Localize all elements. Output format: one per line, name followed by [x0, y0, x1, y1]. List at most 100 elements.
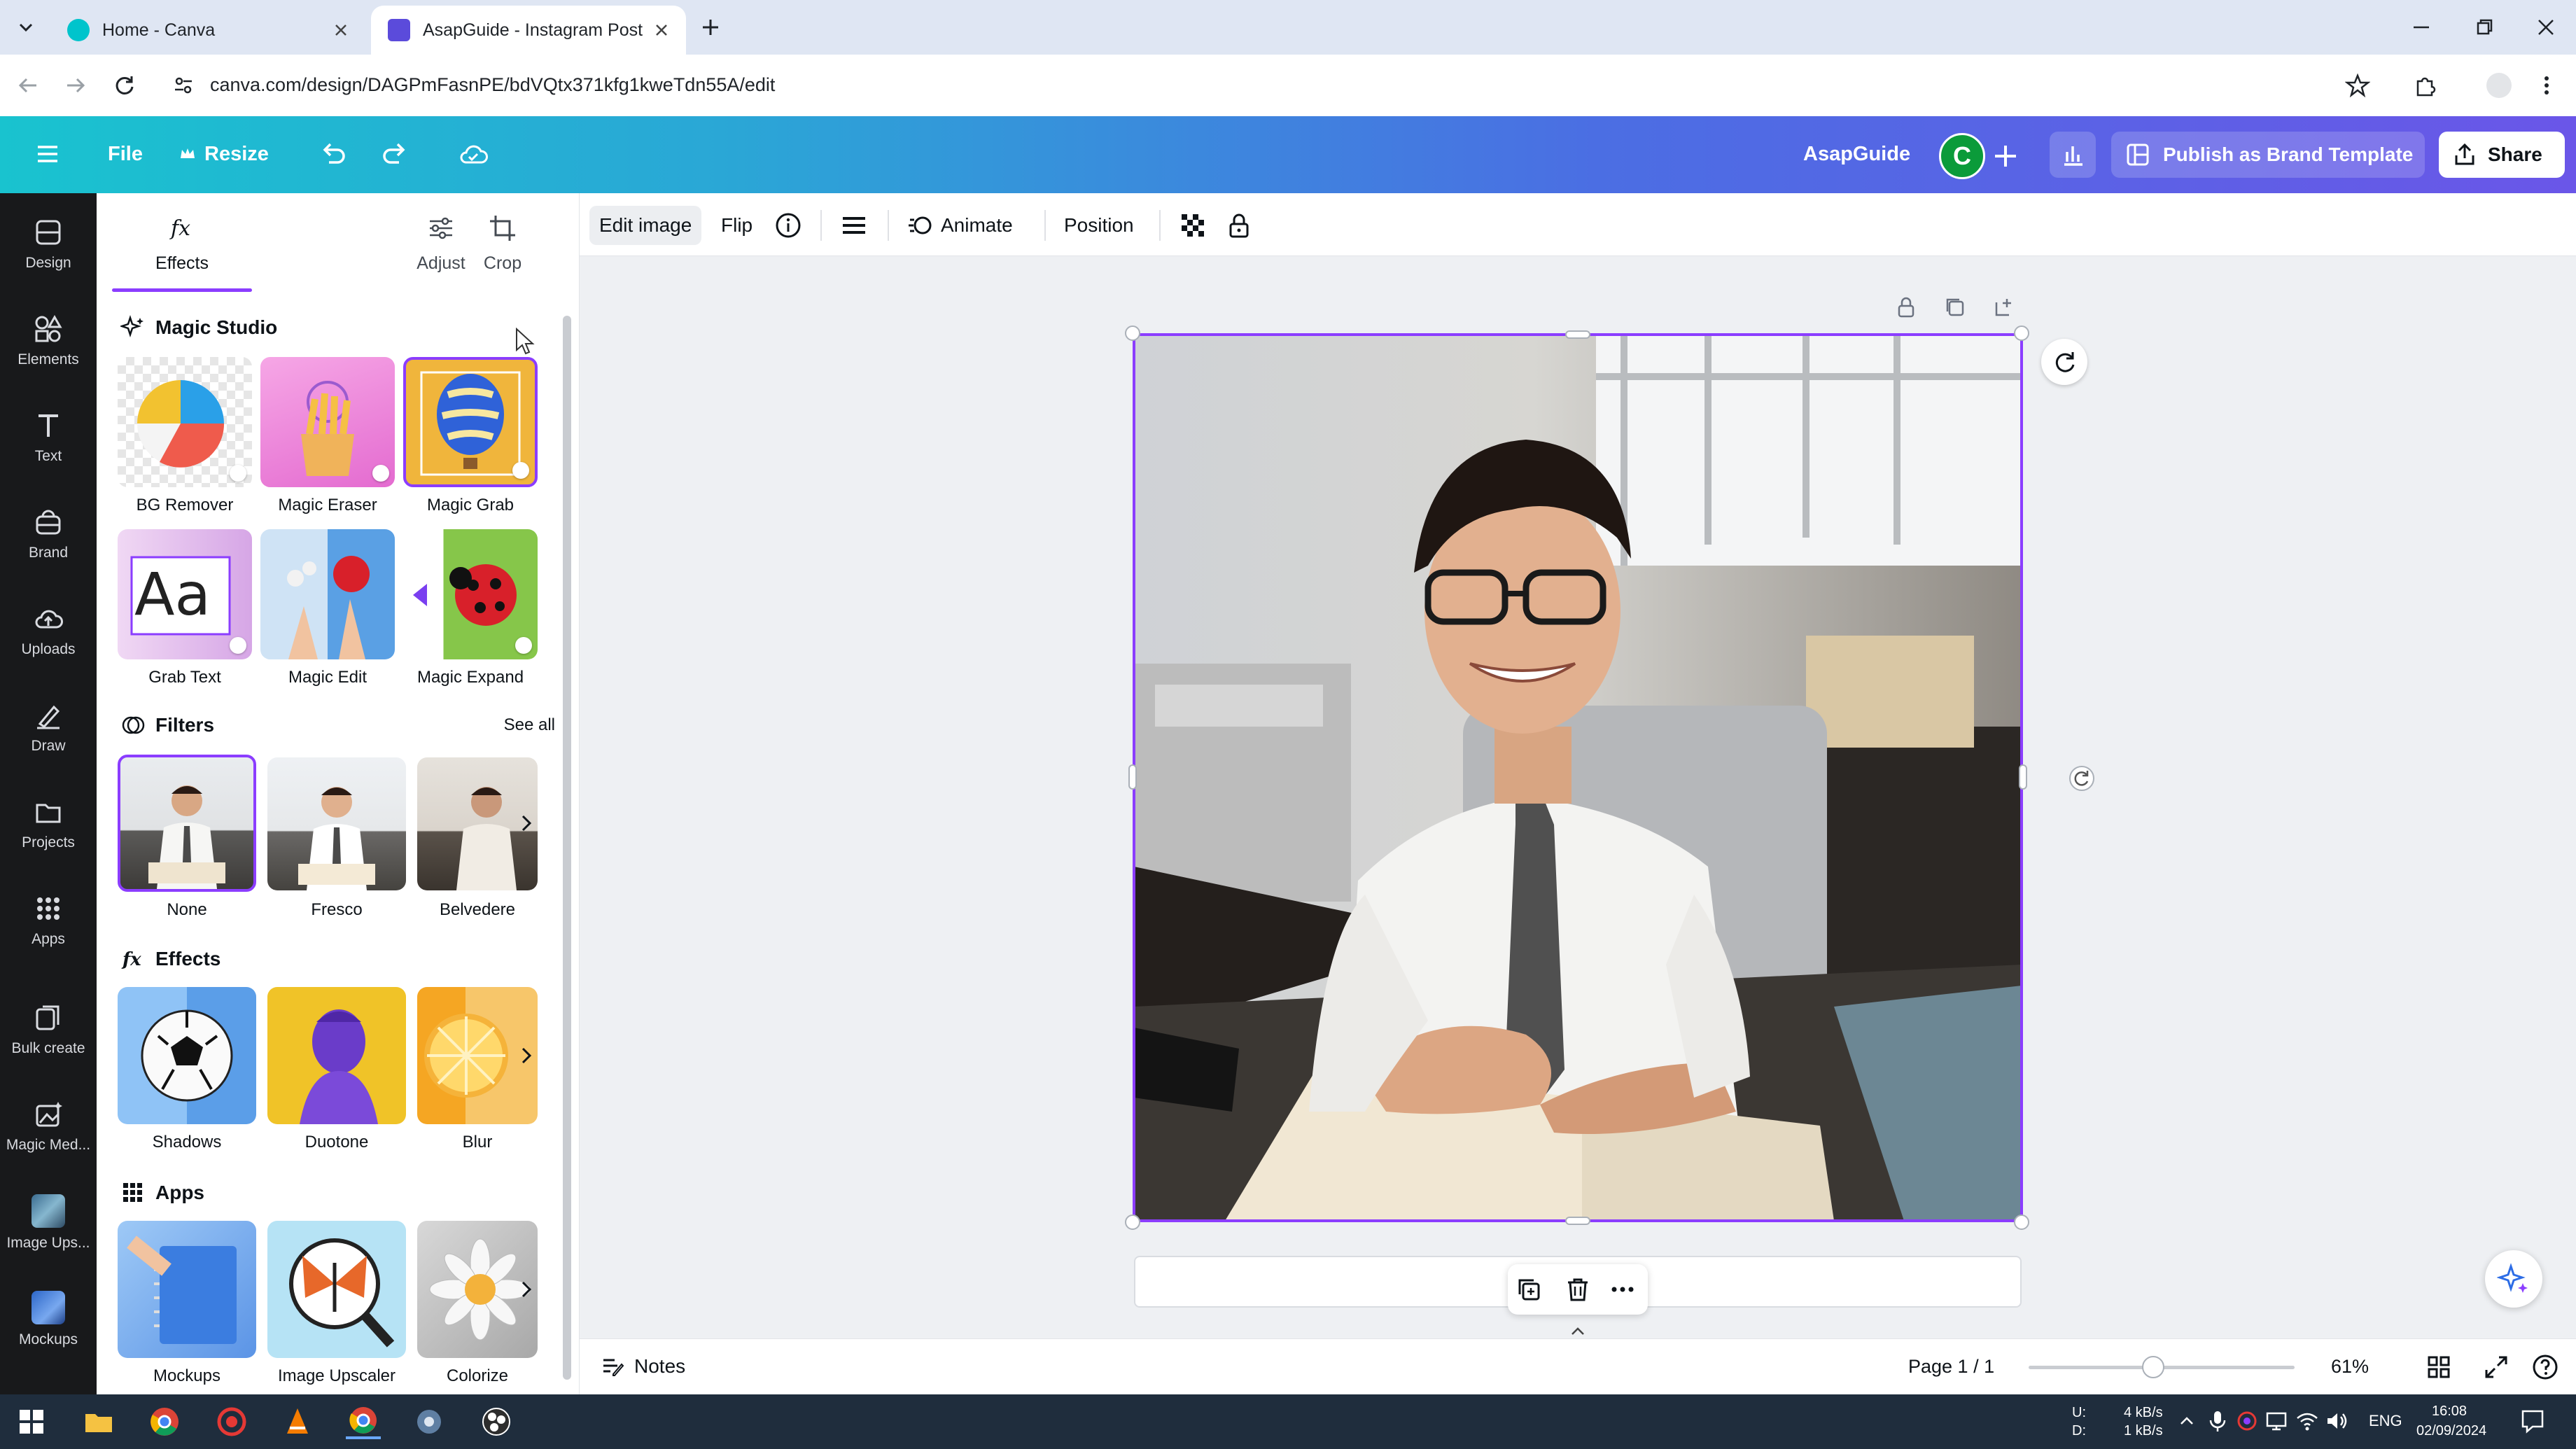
vlc-icon[interactable]: [280, 1404, 315, 1439]
redo-icon[interactable]: [379, 139, 412, 171]
rail-item-apps[interactable]: Apps: [0, 875, 97, 966]
bg-remover-tile[interactable]: [118, 357, 252, 487]
rail-item-mockups[interactable]: Mockups: [0, 1274, 97, 1365]
cloud-saved-icon[interactable]: [456, 139, 490, 171]
rail-item-projects[interactable]: Projects: [0, 778, 97, 869]
refresh-suggestions-button[interactable]: [2041, 339, 2087, 385]
share-button[interactable]: Share: [2439, 132, 2565, 178]
filters-see-all-link[interactable]: See all: [504, 715, 555, 735]
fullscreen-icon[interactable]: [2482, 1353, 2510, 1381]
rail-item-design[interactable]: Design: [0, 199, 97, 290]
position-button[interactable]: Position: [1064, 206, 1134, 245]
input-language[interactable]: ENG: [2369, 1413, 2402, 1429]
bookmark-star-icon[interactable]: [2345, 73, 2370, 98]
tab-crop[interactable]: Crop: [440, 213, 566, 274]
help-icon[interactable]: [2531, 1353, 2559, 1381]
resize-handle-left[interactable]: [1128, 764, 1137, 790]
rail-item-draw[interactable]: Draw: [0, 682, 97, 773]
volume-icon[interactable]: [2324, 1408, 2349, 1434]
restore-window-icon[interactable]: [2472, 15, 2496, 39]
notifications-icon[interactable]: [2519, 1407, 2547, 1435]
recording-tray-icon[interactable]: [2234, 1408, 2260, 1434]
rail-item-magic-media[interactable]: Magic Med...: [0, 1081, 97, 1172]
magic-grab-tile[interactable]: [403, 357, 538, 487]
lock-icon[interactable]: [1225, 206, 1253, 245]
resize-handle-bottom-right[interactable]: [2014, 1214, 2029, 1230]
app-settings-icon[interactable]: [412, 1404, 447, 1439]
resize-handle-bottom[interactable]: [1565, 1217, 1590, 1225]
tab-search-chevron-icon[interactable]: [15, 17, 36, 38]
effects-next-arrow-icon[interactable]: [512, 1042, 540, 1070]
profile-avatar[interactable]: [2486, 73, 2512, 98]
chrome-active-icon[interactable]: [346, 1404, 381, 1439]
magic-eraser-tile[interactable]: [260, 357, 395, 487]
rotate-handle-icon[interactable]: [2068, 764, 2096, 792]
publish-brand-template-button[interactable]: Publish as Brand Template: [2111, 132, 2425, 178]
browser-menu-icon[interactable]: [2534, 73, 2559, 98]
border-style-icon[interactable]: [840, 206, 868, 245]
info-icon[interactable]: [774, 206, 802, 245]
resize-handle-top-left[interactable]: [1125, 326, 1140, 341]
edit-image-button[interactable]: Edit image: [589, 206, 702, 245]
main-menu-icon[interactable]: [32, 139, 63, 169]
close-tab-icon[interactable]: [332, 21, 350, 39]
filter-fresco-tile[interactable]: [267, 757, 406, 890]
animate-button[interactable]: Animate: [907, 206, 1013, 245]
url-field[interactable]: canva.com/design/DAGPmFasnPE/bdVQtx371kf…: [210, 74, 775, 96]
clock-date[interactable]: 02/09/2024: [2416, 1422, 2486, 1439]
rail-item-text[interactable]: Text: [0, 392, 97, 483]
browser-tab-home[interactable]: Home - Canva: [50, 6, 365, 55]
magic-expand-tile[interactable]: [403, 529, 538, 659]
zoom-slider-knob[interactable]: [2142, 1356, 2164, 1378]
app-image-upscaler-tile[interactable]: [267, 1221, 406, 1358]
close-window-icon[interactable]: [2534, 15, 2558, 39]
display-tray-icon[interactable]: [2264, 1408, 2289, 1434]
close-tab-icon[interactable]: [652, 21, 671, 39]
forward-arrow-icon[interactable]: [63, 73, 88, 98]
grid-view-icon[interactable]: [2425, 1353, 2453, 1381]
duplicate-icon[interactable]: [1515, 1275, 1543, 1303]
show-pages-chevron-icon[interactable]: [1565, 1323, 1590, 1338]
site-info-icon[interactable]: [171, 73, 196, 98]
duplicate-page-icon[interactable]: [1943, 295, 1967, 319]
resize-handle-top-right[interactable]: [2014, 326, 2029, 341]
microphone-icon[interactable]: [2205, 1408, 2230, 1434]
tray-chevron-up-icon[interactable]: [2174, 1408, 2199, 1434]
grab-text-tile[interactable]: Aa: [118, 529, 252, 659]
user-avatar[interactable]: C: [1939, 133, 1985, 179]
tab-effects[interactable]: fx Effects: [119, 213, 245, 274]
add-member-plus-icon[interactable]: [1987, 137, 2024, 175]
record-app-icon[interactable]: [214, 1404, 249, 1439]
app-mockups-tile[interactable]: [118, 1221, 256, 1358]
rail-item-image-upscaler[interactable]: Image Ups...: [0, 1177, 97, 1268]
transparency-icon[interactable]: [1179, 206, 1207, 245]
wifi-icon[interactable]: [2295, 1408, 2320, 1434]
panel-scrollbar[interactable]: [563, 316, 571, 1380]
obs-icon[interactable]: [479, 1404, 514, 1439]
selection-box[interactable]: [1133, 333, 2023, 1222]
minimize-window-icon[interactable]: [2409, 15, 2433, 39]
resize-button[interactable]: Resize: [204, 143, 269, 166]
filters-next-arrow-icon[interactable]: [512, 809, 540, 837]
rail-item-bulk-create[interactable]: Bulk create: [0, 984, 97, 1075]
effect-shadows-tile[interactable]: [118, 987, 256, 1124]
rail-item-elements[interactable]: Elements: [0, 295, 97, 386]
page-indicator[interactable]: Page 1 / 1: [1908, 1356, 1994, 1378]
resize-handle-top[interactable]: [1565, 330, 1590, 339]
chrome-icon[interactable]: [147, 1404, 182, 1439]
file-menu[interactable]: File: [108, 143, 143, 166]
delete-trash-icon[interactable]: [1564, 1275, 1592, 1303]
resize-handle-right[interactable]: [2019, 764, 2027, 790]
resize-handle-bottom-left[interactable]: [1125, 1214, 1140, 1230]
back-arrow-icon[interactable]: [15, 73, 41, 98]
new-tab-plus-icon[interactable]: [699, 15, 722, 39]
magic-edit-tile[interactable]: [260, 529, 395, 659]
rail-item-uploads[interactable]: Uploads: [0, 585, 97, 676]
magic-assistant-button[interactable]: [2485, 1250, 2542, 1308]
undo-icon[interactable]: [316, 139, 349, 171]
notes-button[interactable]: Notes: [601, 1354, 685, 1378]
insights-button[interactable]: [2050, 132, 2096, 178]
zoom-level[interactable]: 61%: [2331, 1356, 2369, 1378]
windows-start-icon[interactable]: [14, 1404, 49, 1439]
rail-item-brand[interactable]: Brand: [0, 489, 97, 580]
